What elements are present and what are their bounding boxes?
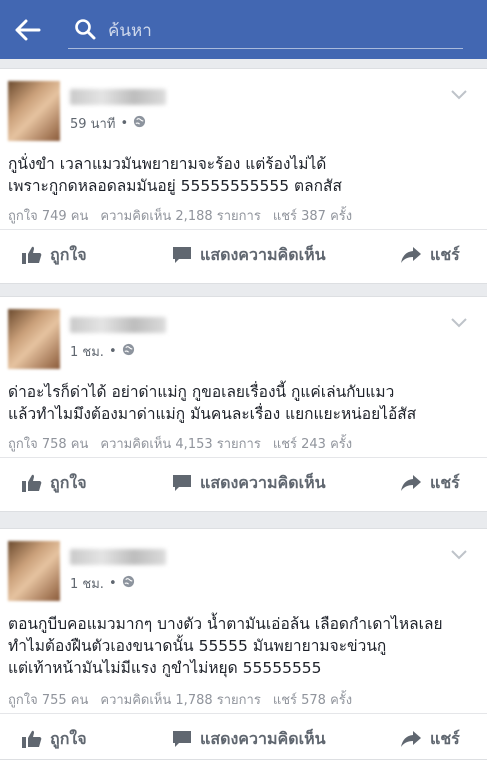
- thumbs-up-icon: [22, 246, 42, 264]
- post-actions: ถูกใจ แสดงความคิดเห็น แชร์: [0, 463, 487, 503]
- chevron-down-icon[interactable]: [451, 85, 467, 104]
- avatar[interactable]: [8, 541, 60, 601]
- comment-count[interactable]: ความคิดเห็น 4,153 รายการ: [100, 433, 260, 454]
- author-name-blurred[interactable]: [70, 549, 166, 565]
- like-count[interactable]: ถูกใจ 749 คน: [8, 205, 88, 226]
- divider: [0, 457, 487, 458]
- thumbs-up-icon: [22, 474, 42, 492]
- post-meta: 1 ชม. •: [70, 573, 135, 594]
- like-button[interactable]: ถูกใจ: [22, 243, 87, 268]
- author-name-blurred[interactable]: [70, 89, 166, 105]
- avatar[interactable]: [8, 81, 60, 141]
- like-label: ถูกใจ: [50, 472, 87, 492]
- share-label: แชร์: [430, 244, 460, 264]
- like-button[interactable]: ถูกใจ: [22, 727, 87, 752]
- post-meta: 59 นาที •: [70, 113, 146, 134]
- comment-button[interactable]: แสดงความคิดเห็น: [172, 471, 326, 496]
- comment-button[interactable]: แสดงความคิดเห็น: [172, 243, 326, 268]
- chevron-down-icon[interactable]: [451, 313, 467, 332]
- post-text: ตอนกูบีบคอแมวมากๆ บางตัว น้ำตามันเอ่อล้น…: [8, 615, 443, 677]
- comment-count[interactable]: ความคิดเห็น 1,788 รายการ: [100, 689, 260, 710]
- share-count[interactable]: แชร์ 578 ครั้ง: [273, 689, 352, 710]
- globe-icon: [133, 115, 146, 132]
- thumbs-up-icon: [22, 730, 42, 748]
- share-arrow-icon: [401, 475, 421, 491]
- search-icon: [74, 18, 96, 44]
- comment-label: แสดงความคิดเห็น: [200, 728, 326, 748]
- like-label: ถูกใจ: [50, 244, 87, 264]
- comment-label: แสดงความคิดเห็น: [200, 244, 326, 264]
- separator-dot: •: [108, 576, 117, 591]
- share-button[interactable]: แชร์: [400, 727, 460, 752]
- divider: [0, 229, 487, 230]
- comment-label: แสดงความคิดเห็น: [200, 472, 326, 492]
- like-count[interactable]: ถูกใจ 755 คน: [8, 689, 88, 710]
- globe-icon: [122, 343, 135, 360]
- comment-icon: [173, 475, 191, 491]
- search-input[interactable]: [106, 16, 450, 46]
- top-bar: [0, 0, 487, 59]
- feed-post: 59 นาที • กูนั่งขำ เวลาแมวมันพยายามจะร้อ…: [0, 68, 487, 284]
- comment-button[interactable]: แสดงความคิดเห็น: [172, 727, 326, 752]
- post-actions: ถูกใจ แสดงความคิดเห็น แชร์: [0, 719, 487, 759]
- comment-icon: [173, 247, 191, 263]
- post-time[interactable]: 1 ชม.: [70, 573, 104, 594]
- post-time[interactable]: 1 ชม.: [70, 341, 104, 362]
- post-text: ด่าอะไรก็ด่าได้ อย่าด่าแม่กู กูขอเลยเรื่…: [8, 383, 417, 423]
- divider: [0, 713, 487, 714]
- share-label: แชร์: [430, 472, 460, 492]
- feed-post: 1 ชม. • ด่าอะไรก็ด่าได้ อย่าด่าแม่กู กูข…: [0, 296, 487, 512]
- comment-icon: [173, 731, 191, 747]
- share-label: แชร์: [430, 728, 460, 748]
- post-time[interactable]: 59 นาที: [70, 113, 115, 134]
- feed-post: 1 ชม. • ตอนกูบีบคอแมวมากๆ บางตัว น้ำตามั…: [0, 528, 487, 760]
- avatar[interactable]: [8, 309, 60, 369]
- back-arrow-icon[interactable]: [12, 14, 44, 46]
- post-text: กูนั่งขำ เวลาแมวมันพยายามจะร้อง แต่ร้องไ…: [8, 155, 342, 195]
- share-count[interactable]: แชร์ 387 ครั้ง: [273, 205, 352, 226]
- post-stats: ถูกใจ 758 คน ความคิดเห็น 4,153 รายการ แช…: [8, 433, 352, 454]
- like-label: ถูกใจ: [50, 728, 87, 748]
- globe-icon: [122, 575, 135, 592]
- comment-count[interactable]: ความคิดเห็น 2,188 รายการ: [100, 205, 260, 226]
- post-stats: ถูกใจ 755 คน ความคิดเห็น 1,788 รายการ แช…: [8, 689, 352, 710]
- author-name-blurred[interactable]: [70, 317, 166, 333]
- search-bar[interactable]: [68, 12, 463, 49]
- like-count[interactable]: ถูกใจ 758 คน: [8, 433, 88, 454]
- separator-dot: •: [108, 344, 117, 359]
- like-button[interactable]: ถูกใจ: [22, 471, 87, 496]
- share-arrow-icon: [401, 731, 421, 747]
- post-meta: 1 ชม. •: [70, 341, 135, 362]
- share-button[interactable]: แชร์: [400, 243, 460, 268]
- share-arrow-icon: [401, 247, 421, 263]
- separator-dot: •: [120, 116, 129, 131]
- post-actions: ถูกใจ แสดงความคิดเห็น แชร์: [0, 235, 487, 275]
- share-button[interactable]: แชร์: [400, 471, 460, 496]
- chevron-down-icon[interactable]: [451, 545, 467, 564]
- post-stats: ถูกใจ 749 คน ความคิดเห็น 2,188 รายการ แช…: [8, 205, 352, 226]
- share-count[interactable]: แชร์ 243 ครั้ง: [273, 433, 352, 454]
